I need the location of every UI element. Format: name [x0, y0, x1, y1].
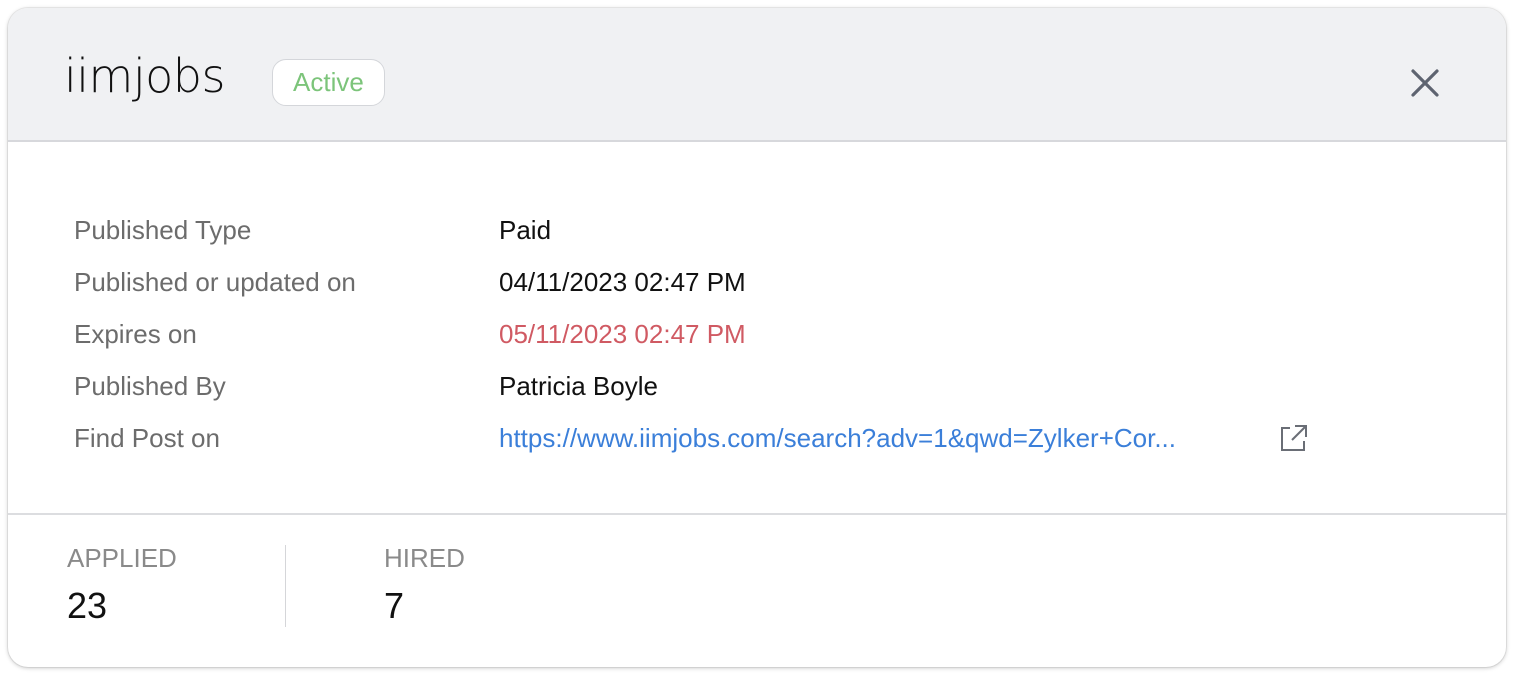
hired-label: HIRED [384, 543, 465, 573]
applied-label: APPLIED [67, 543, 177, 573]
status-badge: Active [272, 59, 385, 106]
iimjobs-logo: iimjobs [64, 49, 225, 103]
hired-count: 7 [384, 585, 405, 626]
external-link-icon[interactable] [1278, 423, 1308, 453]
detail-row-published-by: Published By Patricia Boyle [74, 360, 1374, 412]
find-post-label: Find Post on [74, 423, 220, 453]
applied-stat: APPLIED 23 [67, 538, 177, 634]
detail-row-published-on: Published or updated on 04/11/2023 02:47… [74, 256, 1374, 308]
expires-on-label: Expires on [74, 319, 197, 349]
published-by-label: Published By [74, 371, 226, 401]
job-board-card: iimjobs Active Published Type Paid Publi… [8, 8, 1506, 667]
find-post-link[interactable]: https://www.iimjobs.com/search?adv=1&qwd… [499, 412, 1176, 464]
card-header: iimjobs Active [8, 8, 1506, 142]
published-on-value: 04/11/2023 02:47 PM [499, 267, 746, 297]
stats-divider [8, 513, 1506, 515]
published-by-value: Patricia Boyle [499, 371, 658, 401]
published-on-label: Published or updated on [74, 267, 356, 297]
detail-row-published-type: Published Type Paid [74, 204, 1374, 256]
applied-count: 23 [67, 585, 108, 626]
published-type-label: Published Type [74, 215, 252, 245]
published-type-value: Paid [499, 215, 552, 245]
stat-separator [285, 545, 286, 627]
close-button[interactable] [1405, 63, 1445, 103]
close-icon [1411, 69, 1439, 97]
detail-row-expires-on: Expires on 05/11/2023 02:47 PM [74, 308, 1374, 360]
detail-row-find-post: Find Post on https://www.iimjobs.com/sea… [74, 412, 1374, 464]
expires-on-value: 05/11/2023 02:47 PM [499, 319, 746, 349]
hired-stat: HIRED 7 [384, 538, 465, 634]
